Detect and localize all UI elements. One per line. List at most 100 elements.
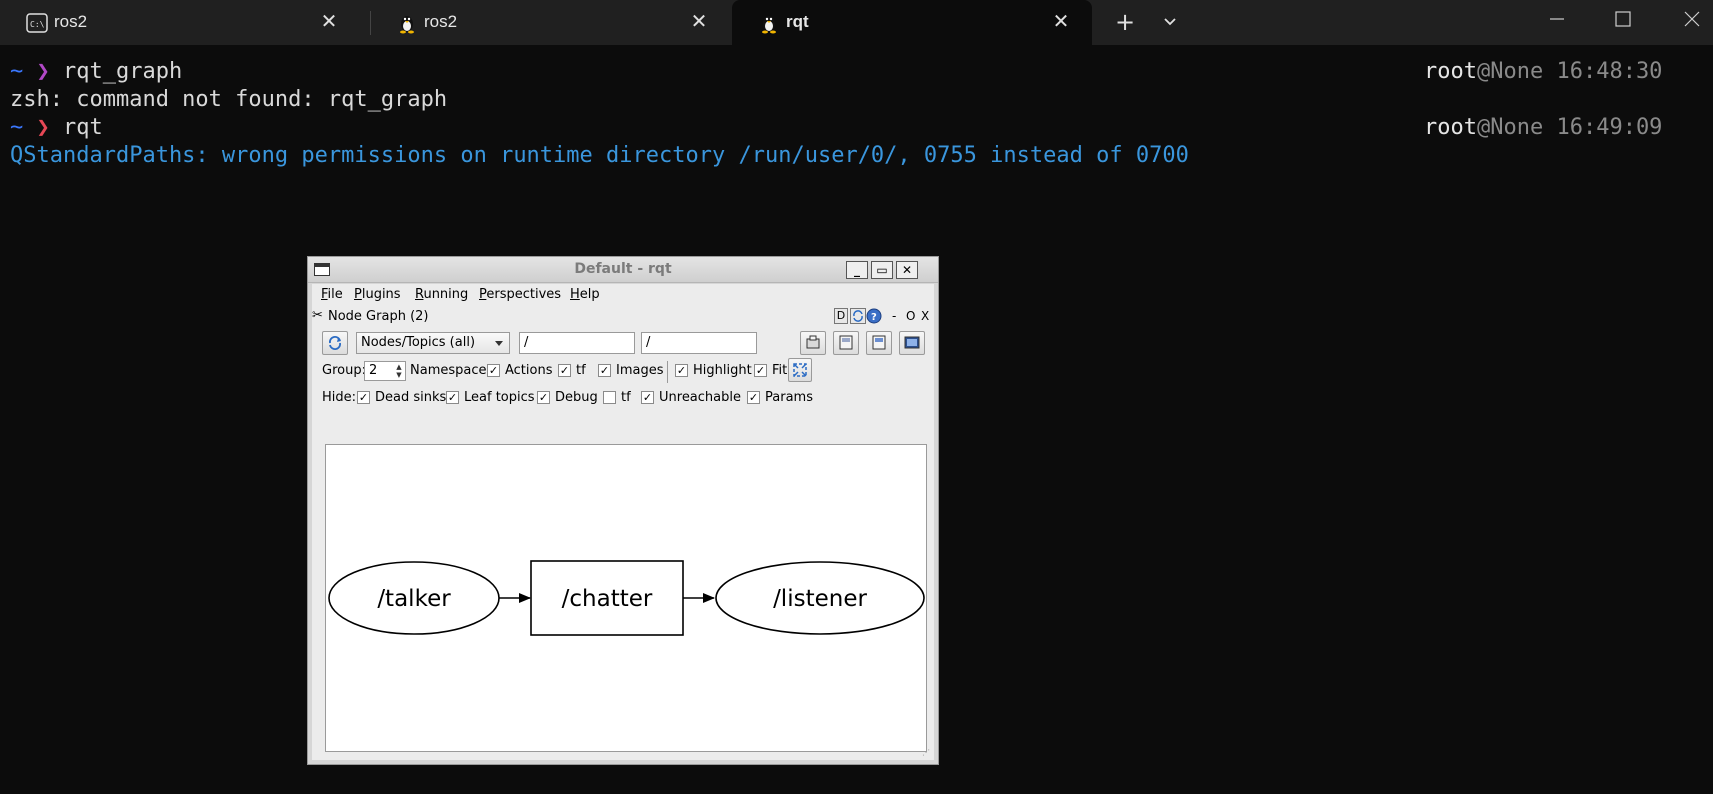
minimize-button[interactable]: _ xyxy=(846,261,868,279)
leaf-topics-label: Leaf topics xyxy=(464,390,535,405)
right-prompt-3: root@None 16:49:09 xyxy=(1424,114,1662,142)
rqt-window-title: Default - rqt xyxy=(574,261,672,277)
tab-ros2-cmd[interactable]: C:\ ros2 ✕ xyxy=(0,0,360,45)
tab-label: ros2 xyxy=(54,12,88,31)
namespaces-checkbox[interactable]: ✓ xyxy=(487,364,500,377)
actions-label: Actions xyxy=(505,363,553,378)
params-label: Params xyxy=(765,390,813,405)
svg-text:?: ? xyxy=(871,312,877,323)
graph-type-select[interactable]: Nodes/Topics (all) xyxy=(356,332,510,354)
refresh-graph-button[interactable] xyxy=(322,331,348,355)
menu-perspectives[interactable]: Perspectives xyxy=(479,287,561,302)
divider xyxy=(667,361,668,383)
terminal-warning-line: QStandardPaths: wrong permissions on run… xyxy=(10,143,1189,168)
tf-label: tf xyxy=(576,363,586,378)
linux-penguin-icon xyxy=(400,16,414,34)
spin-arrows-icon[interactable]: ▲ ▼ xyxy=(394,363,404,379)
debug-checkbox[interactable]: ✓ xyxy=(537,391,550,404)
menu-running[interactable]: Running xyxy=(415,287,468,302)
prompt-user: root xyxy=(1424,115,1477,140)
tab-label: ros2 xyxy=(424,12,458,31)
node-listener-label: /listener xyxy=(773,586,867,612)
prompt-user: root xyxy=(1424,59,1477,84)
close-icon[interactable]: ✕ xyxy=(690,12,708,32)
group-spinbox[interactable]: 2 ▲ ▼ xyxy=(364,361,406,381)
maximize-icon[interactable] xyxy=(1608,4,1638,34)
dock-minimize-button[interactable]: - xyxy=(892,309,896,323)
node-graph-dock-title: ✂ Node Graph (2) D ? - O X xyxy=(312,308,934,326)
rqt-main-area: File Plugins Running Perspectives Help ✂… xyxy=(312,284,934,760)
node-talker-label: /talker xyxy=(377,586,451,612)
hide-tf-checkbox[interactable] xyxy=(603,391,616,404)
terminal-line-2: zsh: command not found: rqt_graph xyxy=(10,87,448,112)
dead-sinks-label: Dead sinks xyxy=(375,390,447,405)
tab-rqt[interactable]: rqt ✕ xyxy=(732,0,1092,45)
save-svg-button[interactable] xyxy=(866,331,892,355)
prompt-arrow: ❯ xyxy=(36,115,50,140)
graph-type-value: Nodes/Topics (all) xyxy=(361,335,476,350)
dock-close-button[interactable]: X xyxy=(921,309,929,323)
graph-canvas[interactable]: /talker /chatter /listener xyxy=(325,444,927,752)
terminal-tab-bar: C:\ ros2 ✕ ros2 ✕ rqt ✕ + xyxy=(0,0,1713,45)
refresh-icon xyxy=(329,336,341,350)
node-filter-input[interactable]: / xyxy=(519,332,635,354)
namespaces-label: Namespaces xyxy=(410,363,494,378)
chevron-down-icon[interactable] xyxy=(1157,9,1183,35)
images-checkbox[interactable]: ✓ xyxy=(598,364,611,377)
images-label: Images xyxy=(616,363,664,378)
close-icon[interactable]: ✕ xyxy=(1052,12,1070,32)
hide-options-row: Hide: ✓ Dead sinks ✓ Leaf topics ✓ Debug… xyxy=(312,388,934,408)
debug-label: Debug xyxy=(555,390,598,405)
group-label: Group: xyxy=(322,363,366,378)
prompt-time: 16:48:30 xyxy=(1556,59,1663,84)
command-text: rqt_graph xyxy=(63,59,183,84)
command-text: rqt xyxy=(63,115,103,140)
close-window-icon[interactable] xyxy=(1677,4,1707,34)
new-tab-button[interactable]: + xyxy=(1112,9,1138,35)
prompt-tilde: ~ xyxy=(10,115,24,140)
folder-icon xyxy=(806,335,820,349)
menu-file[interactable]: File xyxy=(321,287,343,302)
close-button[interactable]: ✕ xyxy=(896,261,918,279)
rqt-titlebar[interactable]: Default - rqt _ ▭ ✕ xyxy=(308,257,938,283)
unreachable-checkbox[interactable]: ✓ xyxy=(641,391,654,404)
save-image-button[interactable] xyxy=(899,331,925,355)
dock-d-button[interactable]: D xyxy=(834,308,848,324)
menu-help[interactable]: Help xyxy=(570,287,600,302)
leaf-topics-checkbox[interactable]: ✓ xyxy=(446,391,459,404)
hide-label: Hide: xyxy=(322,390,357,405)
dead-sinks-checkbox[interactable]: ✓ xyxy=(357,391,370,404)
linux-penguin-icon xyxy=(762,16,776,34)
prompt-time: 16:49:09 xyxy=(1556,115,1663,140)
minimize-icon[interactable] xyxy=(1542,4,1572,34)
params-checkbox[interactable]: ✓ xyxy=(747,391,760,404)
fit-label: Fit xyxy=(772,363,788,378)
reload-icon[interactable] xyxy=(850,308,866,324)
dock-restore-button[interactable]: O xyxy=(906,309,915,323)
prompt-host: @None xyxy=(1476,59,1544,84)
prompt-host: @None xyxy=(1476,115,1544,140)
terminal-line-1: ~ ❯ rqt_graph xyxy=(10,58,182,86)
cmd-icon: C:\ xyxy=(26,13,48,33)
save-svg-icon xyxy=(872,335,886,350)
highlight-checkbox[interactable]: ✓ xyxy=(675,364,688,377)
group-value: 2 xyxy=(369,363,378,378)
options-row: Group: 2 ▲ ▼ Namespaces ✓ Actions ✓ tf ✓ … xyxy=(312,358,934,383)
wrench-icon: ✂ xyxy=(312,308,323,323)
menu-plugins[interactable]: Plugins xyxy=(354,287,401,302)
maximize-button[interactable]: ▭ xyxy=(871,261,893,279)
screen-image-icon xyxy=(904,336,920,349)
help-icon[interactable]: ? xyxy=(866,308,882,324)
topic-chatter-label: /chatter xyxy=(562,586,653,612)
topic-filter-input[interactable]: / xyxy=(641,332,757,354)
fit-checkbox[interactable]: ✓ xyxy=(754,364,767,377)
prompt-tilde: ~ xyxy=(10,59,24,84)
chevron-down-icon xyxy=(495,341,503,346)
actions-tf-checkbox[interactable]: ✓ xyxy=(558,364,571,377)
close-icon[interactable]: ✕ xyxy=(320,12,338,32)
save-dot-button[interactable] xyxy=(833,331,859,355)
fit-in-view-button[interactable] xyxy=(788,358,812,382)
resize-grip-icon[interactable]: ⋰ xyxy=(922,748,932,758)
load-dot-button[interactable] xyxy=(800,331,826,355)
tab-ros2-linux[interactable]: ros2 ✕ xyxy=(370,0,730,45)
